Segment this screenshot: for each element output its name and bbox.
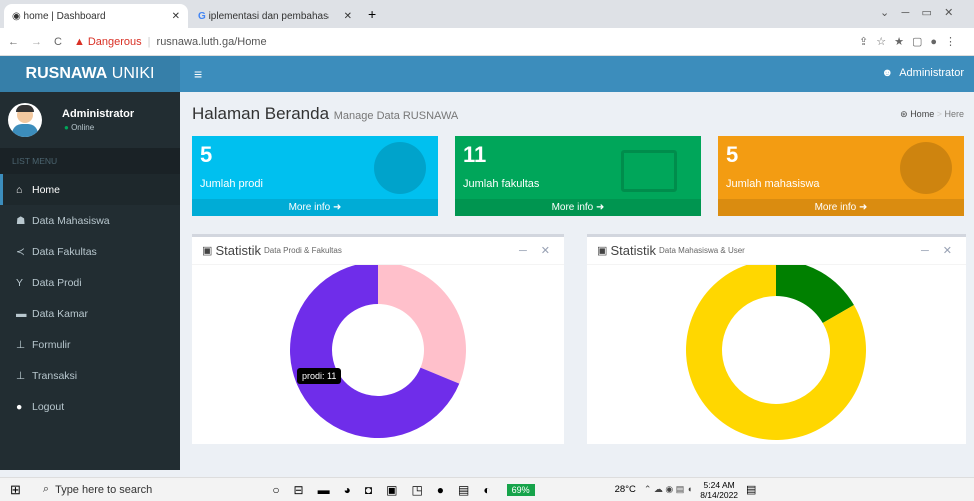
minimize-icon[interactable]: ─ (519, 245, 527, 257)
sitemap-icon: ⊥ (16, 338, 26, 351)
close-icon[interactable]: ✕ (541, 244, 550, 257)
warning-icon: ▲ (73, 35, 85, 48)
stat-box-mahasiswa: 5 Jumlah mahasiswa More info ➜ (718, 136, 964, 216)
share-icon: ≺ (16, 245, 25, 258)
sidebar-item-formulir[interactable]: ⊥ Formulir (0, 329, 180, 360)
clock[interactable]: 5:24 AM 8/14/2022 (700, 480, 738, 500)
sidebar-item-data-prodi[interactable]: Y Data Prodi (0, 267, 180, 298)
breadcrumb-current: Here (944, 109, 964, 119)
user-menu[interactable]: ☻ Administrator (882, 67, 965, 79)
security-label[interactable]: Dangerous (88, 36, 142, 48)
windows-taskbar: ⊞ ⌕ Type here to search ○⊟▬◕◘▣◳●▤◐ 69% 2… (0, 477, 974, 501)
battery-indicator[interactable]: 69% (506, 483, 535, 496)
address-bar: ← → C ▲ Dangerous | rusnawa.luth.ga/Home… (0, 28, 974, 56)
bed-icon: ▬ (16, 307, 27, 320)
page-title: Halaman Beranda Manage Data RUSNAWA (192, 104, 459, 123)
notification-icon[interactable]: ▤ (746, 483, 756, 496)
breadcrumb: ⊛ Home > Here (900, 109, 964, 119)
briefcase-icon: ▣ (202, 245, 216, 257)
globe-icon: ◉ (12, 10, 24, 22)
sitemap-icon: ⊥ (16, 369, 26, 382)
user-icon (900, 142, 952, 194)
sidebar-item-transaksi[interactable]: ⊥ Transaksi (0, 360, 180, 391)
browser-actions-icon[interactable]: ⇪☆★▢●⋮ (859, 35, 964, 48)
close-icon[interactable]: ✕ (344, 11, 352, 22)
tab-title: iplementasi dan pembahasan sis (208, 10, 329, 22)
panel-title: Statistik (610, 243, 656, 258)
minimize-icon[interactable]: ─ (921, 245, 929, 257)
stat-label: Jumlah mahasiswa (726, 178, 820, 190)
app-logo[interactable]: RUSNAWA UNIKI (0, 56, 180, 92)
stat-value: 5 (726, 142, 739, 167)
sidebar-item-data-fakultas[interactable]: ≺ Data Fakultas (0, 236, 180, 267)
breadcrumb-home[interactable]: Home (910, 109, 934, 119)
google-icon: G (198, 10, 209, 22)
users-icon: ☗ (16, 214, 26, 227)
top-navbar: ≡ ☻ Administrator (180, 56, 974, 92)
close-icon[interactable]: ✕ (172, 11, 180, 22)
dashboard-icon: ⊛ (900, 109, 908, 119)
chart-tooltip: prodi: 11 (297, 368, 342, 384)
user-name: Administrator (62, 108, 135, 120)
tab-implementasi[interactable]: G iplementasi dan pembahasan sis ✕ (190, 4, 360, 28)
stat-label: Jumlah fakultas (463, 178, 540, 190)
panel-subtitle: Data Mahasiswa & User (659, 246, 745, 255)
sidebar-item-logout[interactable]: ● Logout (0, 391, 180, 422)
sidebar: RUSNAWA UNIKI Administrator ● Online LIS… (0, 56, 180, 470)
tray-icons[interactable]: ⌃ ☁ ◉ ▤ ◖ (644, 484, 692, 495)
content: Halaman Beranda Manage Data RUSNAWA ⊛ Ho… (180, 92, 974, 470)
search-icon: ⌕ (42, 483, 50, 495)
weather-widget[interactable]: 28°C (615, 484, 636, 495)
chart-panel-mahasiswa: ▣ Statistik Data Mahasiswa & User ─ ✕ (587, 234, 966, 444)
user-icon (374, 142, 426, 194)
windows-start-icon[interactable]: ⊞ (10, 482, 21, 498)
home-icon: ⌂ (16, 183, 23, 196)
briefcase-icon: ▣ (597, 245, 611, 257)
stat-label: Jumlah prodi (200, 178, 263, 190)
stat-value: 5 (200, 142, 213, 167)
avatar: ☻ (881, 67, 894, 79)
menu-toggle-icon[interactable]: ≡ (194, 66, 202, 82)
back-icon[interactable]: ← (8, 36, 19, 48)
avatar (8, 103, 42, 137)
forward-icon[interactable]: → (31, 36, 42, 48)
sidebar-user-panel: Administrator ● Online (0, 92, 180, 148)
stat-box-prodi: 5 Jumlah prodi More info ➜ (192, 136, 438, 216)
panel-subtitle: Data Prodi & Fakultas (264, 246, 342, 255)
stat-box-fakultas: 11 Jumlah fakultas More info ➜ (455, 136, 701, 216)
online-dot-icon: ● (64, 123, 69, 132)
panel-title: Statistik (215, 243, 261, 258)
stat-value: 11 (463, 142, 487, 167)
page-subtitle: Manage Data RUSNAWA (333, 110, 459, 122)
menu-header: LIST MENU (0, 148, 180, 174)
tab-title: home | Dashboard (23, 10, 106, 22)
taskbar-apps-icon[interactable]: ○⊟▬◕◘▣◳●▤◐ (272, 483, 504, 497)
chart-prodi (290, 262, 466, 438)
browser-tabbar: ◉ home | Dashboard ✕ G iplementasi dan p… (0, 0, 974, 28)
donut-slice-fakultas[interactable] (378, 262, 466, 384)
briefcase-icon (621, 150, 677, 192)
user-status: Online (71, 123, 95, 132)
sidebar-item-data-mahasiswa[interactable]: ☗ Data Mahasiswa (0, 205, 180, 236)
sidebar-item-data-kamar[interactable]: ▬ Data Kamar (0, 298, 180, 329)
chart-mahasiswa (686, 260, 866, 440)
new-tab-icon[interactable]: + (368, 6, 376, 22)
sidebar-item-home[interactable]: ⌂ Home (0, 174, 180, 205)
close-icon[interactable]: ✕ (943, 244, 952, 257)
tab-dashboard[interactable]: ◉ home | Dashboard ✕ (4, 4, 188, 28)
chart-panel-prodi: ▣ Statistik Data Prodi & Fakultas ─ ✕ pr… (192, 234, 564, 444)
window-controls[interactable]: ⌄ ─ ▭ ✕ (880, 6, 953, 19)
reload-icon[interactable]: C (54, 36, 62, 48)
more-info-link[interactable]: More info ➜ (718, 199, 964, 216)
url-input[interactable]: rusnawa.luth.ga/Home (157, 36, 267, 48)
more-info-link[interactable]: More info ➜ (455, 199, 701, 216)
taskbar-search-input[interactable]: Type here to search (55, 484, 152, 496)
circle-icon: ● (16, 400, 23, 413)
filter-icon: Y (16, 276, 24, 289)
more-info-link[interactable]: More info ➜ (192, 199, 438, 216)
